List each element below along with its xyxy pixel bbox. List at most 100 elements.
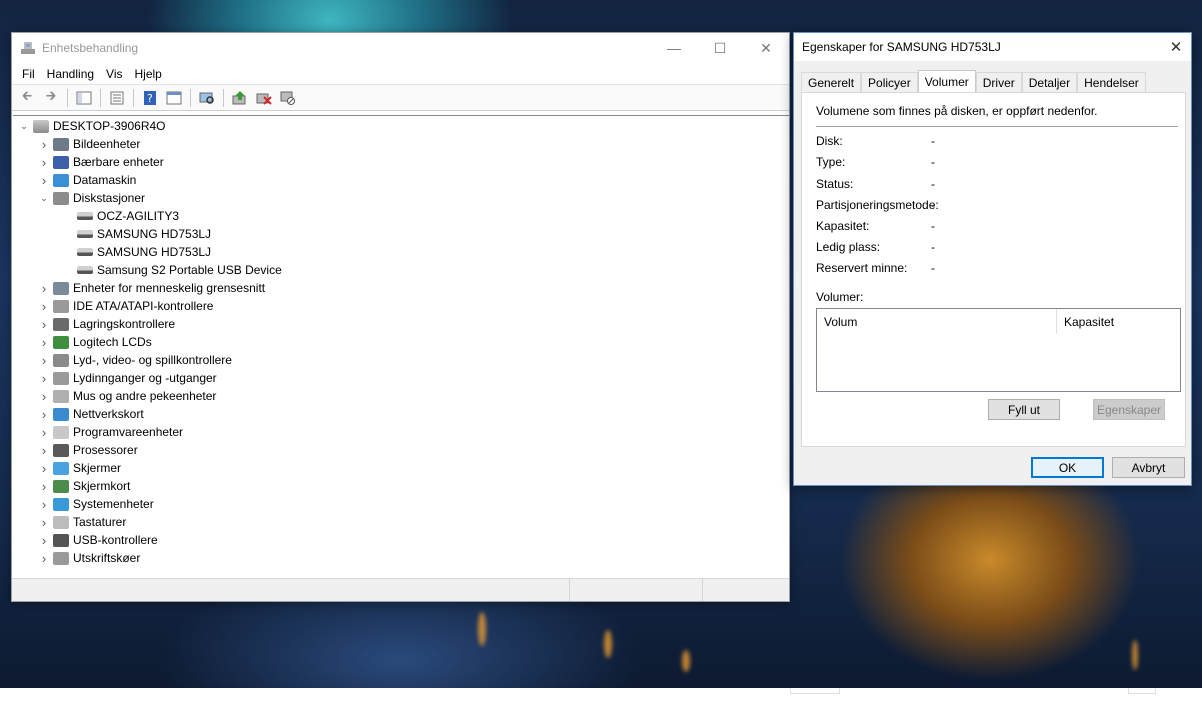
expand-chevron-icon[interactable]: › [37,515,51,530]
menu-help[interactable]: Hjelp [129,67,168,81]
expand-chevron-icon[interactable]: › [37,443,51,458]
speaker-icon [53,353,69,367]
expand-chevron-icon[interactable]: › [37,299,51,314]
taskbar-tab[interactable] [1128,688,1156,694]
tree-device[interactable]: SAMSUNG HD753LJ [13,225,789,243]
expand-chevron-icon[interactable]: › [37,389,51,404]
disk-drive-icon [77,230,93,238]
tree-category[interactable]: › Lagringskontrollere [13,315,789,333]
expand-chevron-icon[interactable]: › [37,497,51,512]
tree-device[interactable]: OCZ-AGILITY3 [13,207,789,225]
tree-category[interactable]: › Mus og andre pekeenheter [13,387,789,405]
tree-category-label: Systemenheter [73,497,154,511]
tab-details[interactable]: Detaljer [1021,72,1078,92]
cancel-button[interactable]: Avbryt [1112,457,1185,478]
tab-policies[interactable]: Policyer [861,72,918,92]
expand-chevron-icon[interactable]: › [37,551,51,566]
expand-chevron-icon[interactable]: › [37,335,51,350]
help-icon[interactable]: ? [139,88,161,108]
wallpaper-light [1132,640,1138,670]
expand-chevron-icon[interactable]: › [37,173,51,188]
tree-category[interactable]: › Nettverkskort [13,405,789,423]
taskbar-tab[interactable] [790,688,840,694]
show-hide-tree-icon[interactable] [73,88,95,108]
tree-category[interactable]: › USB-kontrollere [13,531,789,549]
audio-io-icon [53,371,69,385]
ok-button[interactable]: OK [1031,457,1104,478]
disable-device-icon[interactable] [277,88,299,108]
populate-button[interactable]: Fyll ut [988,399,1060,420]
dialog-tabs: Generelt Policyer Volumer Driver Detalje… [801,70,1146,92]
menu-view[interactable]: Vis [100,67,128,81]
tree-root[interactable]: ⌄ DESKTOP-3906R4O [13,117,789,135]
menu-action[interactable]: Handling [41,67,100,81]
column-header-capacity[interactable]: Kapasitet [1057,309,1114,334]
expand-chevron-icon[interactable]: › [37,425,51,440]
tree-category[interactable]: › Bærbare enheter [13,153,789,171]
tree-category[interactable]: › IDE ATA/ATAPI-kontrollere [13,297,789,315]
tree-category[interactable]: › Lydinnganger og -utganger [13,369,789,387]
volume-properties-button[interactable]: Egenskaper [1093,399,1165,420]
expand-chevron-icon[interactable]: › [37,137,51,152]
expand-chevron-icon[interactable]: › [37,407,51,422]
expand-chevron-icon[interactable]: › [37,281,51,296]
tree-category[interactable]: ⌄ Diskstasjoner [13,189,789,207]
storage-controller-icon [53,317,69,331]
expand-chevron-icon[interactable]: › [37,461,51,476]
view-icon[interactable] [163,88,185,108]
forward-arrow-icon[interactable]: 🡲 [40,88,62,108]
tab-volumes[interactable]: Volumer [917,70,976,92]
tab-general[interactable]: Generelt [801,72,862,92]
window-title: Enhetsbehandling [42,41,139,55]
field-label: Disk: [816,134,843,148]
tree-category-label: Datamaskin [73,173,137,187]
tree-category-label: Diskstasjoner [73,191,146,205]
field-value: - [931,219,935,233]
tree-category[interactable]: › Tastaturer [13,513,789,531]
back-arrow-icon[interactable]: 🡰 [16,88,38,108]
properties-icon[interactable] [106,88,128,108]
tab-driver[interactable]: Driver [975,72,1022,92]
collapse-chevron-icon[interactable]: ⌄ [37,193,51,204]
scan-hardware-icon[interactable] [196,88,218,108]
volumes-list[interactable]: Volum Kapasitet [816,308,1181,392]
expand-chevron-icon[interactable]: › [37,155,51,170]
column-header-volume[interactable]: Volum [817,309,1057,334]
field-label: Ledig plass: [816,240,881,254]
wallpaper-light [478,612,486,646]
tree-category[interactable]: › Datamaskin [13,171,789,189]
tree-category[interactable]: › Enheter for menneskelig grensesnitt [13,279,789,297]
close-button[interactable]: ✕ [743,33,789,63]
tree-device[interactable]: Samsung S2 Portable USB Device [13,261,789,279]
tree-category[interactable]: › Logitech LCDs [13,333,789,351]
expand-chevron-icon[interactable]: › [37,371,51,386]
close-icon[interactable]: ✕ [1161,38,1191,56]
tree-category[interactable]: › Bildeenheter [13,135,789,153]
status-bar [12,578,789,601]
maximize-button[interactable]: ☐ [697,33,743,63]
update-driver-icon[interactable] [229,88,251,108]
tree-category[interactable]: › Systemenheter [13,495,789,513]
tree-category[interactable]: › Skjermkort [13,477,789,495]
collapse-chevron-icon[interactable]: ⌄ [17,121,31,132]
minimize-button[interactable]: — [651,33,697,63]
tree-device[interactable]: SAMSUNG HD753LJ [13,243,789,261]
title-bar[interactable]: Enhetsbehandling — ☐ ✕ [12,33,789,63]
tree-category[interactable]: › Lyd-, video- og spillkontrollere [13,351,789,369]
toolbar-separator [67,88,68,107]
menu-file[interactable]: Fil [16,67,41,81]
status-pane [703,579,789,601]
expand-chevron-icon[interactable]: › [37,317,51,332]
tab-events[interactable]: Hendelser [1077,72,1146,92]
tree-category[interactable]: › Skjermer [13,459,789,477]
expand-chevron-icon[interactable]: › [37,479,51,494]
dialog-title-bar[interactable]: Egenskaper for SAMSUNG HD753LJ ✕ [794,33,1191,61]
tree-category-label: Nettverkskort [73,407,144,421]
expand-chevron-icon[interactable]: › [37,353,51,368]
uninstall-device-icon[interactable] [253,88,275,108]
tree-category[interactable]: › Utskriftskøer [13,549,789,567]
expand-chevron-icon[interactable]: › [37,533,51,548]
tree-category-label: Lyd-, video- og spillkontrollere [73,353,232,367]
tree-category[interactable]: › Programvareenheter [13,423,789,441]
tree-category[interactable]: › Prosessorer [13,441,789,459]
